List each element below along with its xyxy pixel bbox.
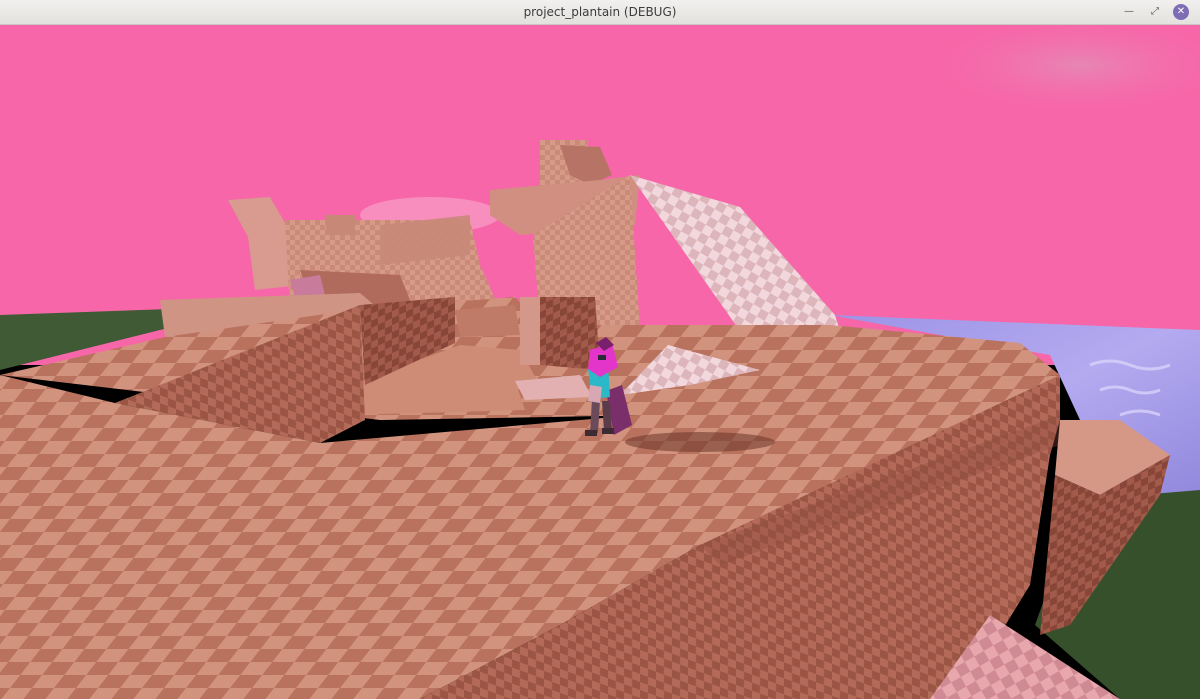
game-window: project_plantain (DEBUG) — ⤢ ✕ (0, 0, 1200, 699)
game-viewport[interactable] (0, 25, 1200, 699)
window-title: project_plantain (DEBUG) (523, 5, 677, 19)
player-shadow (625, 432, 775, 452)
inner-pillar (520, 297, 540, 365)
pit-ledge (455, 305, 520, 337)
maximize-button[interactable]: ⤢ (1147, 4, 1163, 20)
close-button[interactable]: ✕ (1173, 4, 1189, 20)
title-bar[interactable]: project_plantain (DEBUG) — ⤢ ✕ (0, 0, 1200, 25)
scene-canvas (0, 25, 1200, 699)
minimize-button[interactable]: — (1121, 4, 1137, 20)
